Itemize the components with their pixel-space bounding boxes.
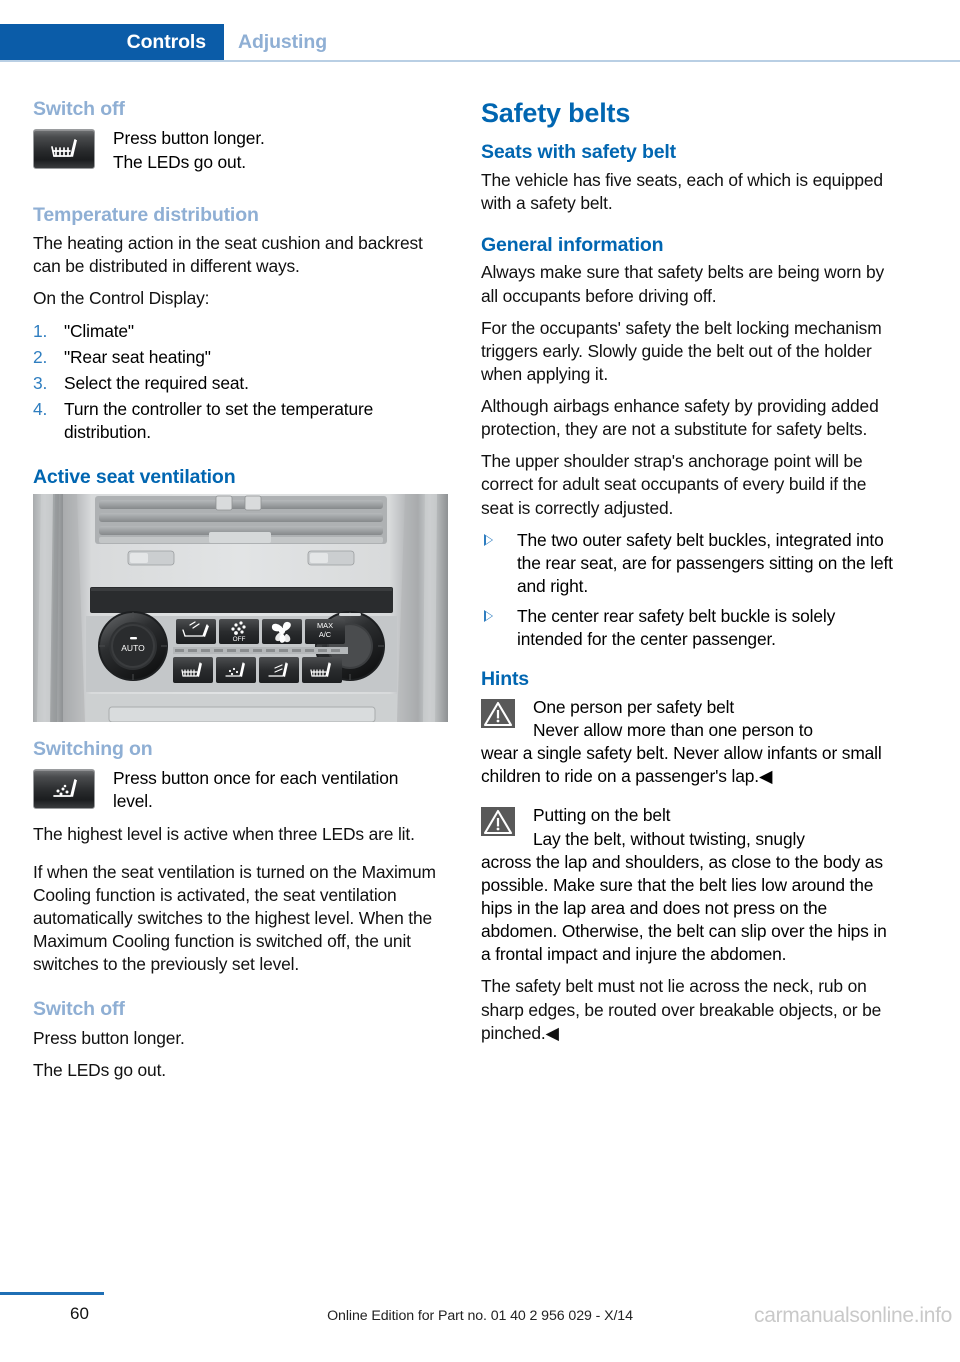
list-item: 2. "Rear seat heating" xyxy=(33,346,451,369)
step-text: Turn the controller to set the temperatu… xyxy=(64,398,374,443)
header-divider xyxy=(0,60,960,62)
triangle-bullet-icon xyxy=(484,533,493,546)
warning-block-putting-on-belt: Putting on the belt Lay the belt, withou… xyxy=(481,804,899,966)
left-column: Switch off Press button longer. The LEDs… xyxy=(33,98,451,1091)
tab-controls[interactable]: Controls xyxy=(0,24,224,60)
list-item: The two outer safety belt buckles, integ… xyxy=(481,529,899,598)
bullet-text: The two outer safety belt buckles, integ… xyxy=(517,529,893,597)
warning-title: Putting on the belt xyxy=(533,805,671,826)
heading-hints: Hints xyxy=(481,668,530,691)
seat-heating-button-block: Press button longer. The LEDs go out. xyxy=(33,126,451,173)
seat-ventilation-button-block: Press button once for each ventilation l… xyxy=(33,766,451,813)
control-display-steps: 1. "Climate" 2. "Rear seat heating" 3. S… xyxy=(33,320,451,445)
safety-belt-bullet-list: The two outer safety belt buckles, integ… xyxy=(481,529,899,652)
list-item: The center rear safety belt buckle is so… xyxy=(481,605,899,651)
knob-auto-label: AUTO xyxy=(121,643,145,653)
page-footer: 60 Online Edition for Part no. 01 40 2 9… xyxy=(0,1282,960,1362)
general-paragraph-4: The upper shoulder strap's anchorage poi… xyxy=(481,451,867,518)
general-paragraph-2: For the occupants' safety the belt locki… xyxy=(481,317,882,384)
warning-body: across the lap and shoulders, as close t… xyxy=(481,851,887,965)
seat-ventilation-button-icon xyxy=(33,769,95,810)
heading-switching-on: Switching on xyxy=(33,737,153,760)
closing-paragraph: The safety belt must not lie across the … xyxy=(481,976,882,1043)
temperature-distribution-paragraph-2: On the Control Display: xyxy=(33,288,210,309)
page-header: Controls Adjusting xyxy=(0,0,960,62)
warning-first-line: Lay the belt, without twisting, snugly xyxy=(533,828,805,849)
step-number: 2. xyxy=(33,346,48,367)
switch-off-line-1: Press button longer. xyxy=(113,128,265,149)
switching-on-line-1: Press button once for each ventilation xyxy=(113,768,399,789)
heading-active-seat-ventilation: Active seat ventilation xyxy=(33,466,236,489)
tab-controls-label: Controls xyxy=(126,31,206,53)
triangle-bullet-icon xyxy=(484,610,493,623)
list-item: 4. Turn the controller to set the temper… xyxy=(33,398,451,444)
warning-first-line: Never allow more than one person to xyxy=(533,720,813,741)
button-max-label: MAX xyxy=(317,621,333,630)
step-number: 1. xyxy=(33,320,48,341)
heading-seats-with-safety-belt: Seats with safety belt xyxy=(481,141,677,164)
switching-on-paragraph-2: If when the seat ventilation is turned o… xyxy=(33,861,436,975)
list-item: 1. "Climate" xyxy=(33,320,451,343)
step-text: "Rear seat heating" xyxy=(64,346,211,367)
list-item: 3. Select the required seat. xyxy=(33,372,451,395)
warning-block-one-person: One person per safety belt Never allow m… xyxy=(481,696,899,789)
step-number: 4. xyxy=(33,398,48,419)
button-off-label: OFF xyxy=(233,636,246,643)
page-title: Safety belts xyxy=(481,98,631,128)
switch-off-line-2: The LEDs go out. xyxy=(113,151,246,172)
warning-triangle-icon xyxy=(481,807,515,837)
step-number: 3. xyxy=(33,372,48,393)
seat-ventilation-button-text: Press button once for each ventilation l… xyxy=(113,766,451,813)
heading-switch-off-ventilation: Switch off xyxy=(33,998,125,1021)
general-paragraph-1: Always make sure that safety belts are b… xyxy=(481,262,885,306)
heading-general-information: General information xyxy=(481,233,664,256)
tab-adjusting[interactable]: Adjusting xyxy=(238,31,327,54)
button-ac-label: A/C xyxy=(319,630,332,639)
temperature-distribution-paragraph-1: The heating action in the seat cushion a… xyxy=(33,233,423,277)
step-text: "Climate" xyxy=(64,320,134,341)
warning-title: One person per safety belt xyxy=(533,696,735,717)
heading-switch-off-heating: Switch off xyxy=(33,98,125,120)
climate-control-panel-photo: AUTO OFF MAX A/C xyxy=(33,493,448,722)
switch-off-paragraph-2: The LEDs go out. xyxy=(33,1059,166,1080)
warning-body: wear a single safety belt. Never allow i… xyxy=(481,743,882,787)
switch-off-paragraph-1: Press button longer. xyxy=(33,1027,185,1048)
seat-heating-button-text: Press button longer. The LEDs go out. xyxy=(113,126,451,173)
switching-on-paragraph-1: The highest level is active when three L… xyxy=(33,824,415,845)
general-paragraph-3: Although airbags enhance safety by provi… xyxy=(481,396,879,440)
right-column: Safety belts Seats with safety belt The … xyxy=(481,98,899,1054)
seats-paragraph-1: The vehicle has five seats, each of whic… xyxy=(481,169,883,213)
seat-heating-button-icon xyxy=(33,129,95,170)
warning-triangle-icon xyxy=(481,698,515,728)
switching-on-line-2: level. xyxy=(113,791,153,812)
step-text: Select the required seat. xyxy=(64,372,249,393)
bullet-text: The center rear safety belt buckle is so… xyxy=(517,606,836,650)
footer-divider xyxy=(0,1292,104,1295)
heading-temperature-distribution: Temperature distribution xyxy=(33,203,259,226)
watermark: carmanualsonline.info xyxy=(754,1304,952,1327)
